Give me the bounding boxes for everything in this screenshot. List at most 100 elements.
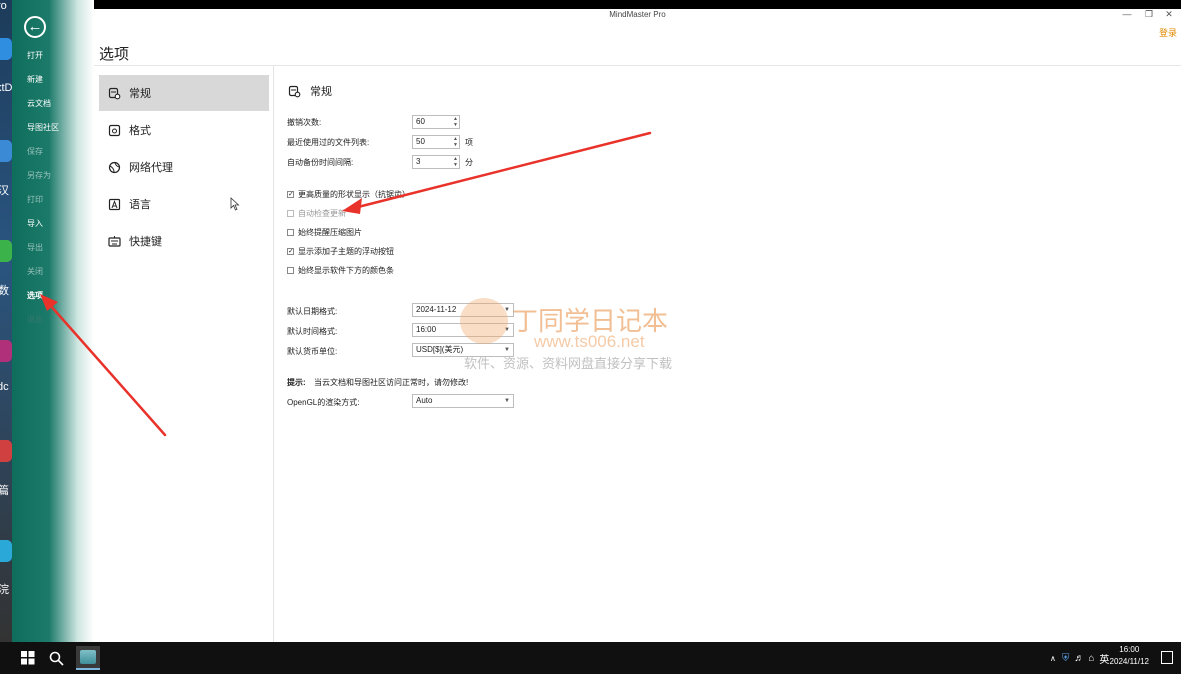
checkbox-box[interactable]: ✓ (287, 191, 294, 198)
checkbox-label: 自动检查更新 (298, 209, 346, 218)
backstage-item-exit[interactable]: 退出 (27, 314, 43, 325)
checkbox-floating-button[interactable]: ✓ 显示添加子主题的浮动按钮 (287, 246, 394, 257)
desktop-label: 篇 (0, 485, 9, 497)
desktop-app-icon[interactable] (0, 540, 12, 562)
watermark-logo (460, 298, 508, 344)
watermark-subtitle: 软件、资源、资料网盘直接分享下载 (464, 356, 673, 371)
keyboard-icon (107, 234, 121, 248)
login-link[interactable]: 登录 (1159, 26, 1177, 39)
autosave-label: 自动备份时间间隔: (287, 158, 354, 167)
divider (94, 65, 1181, 66)
clock-time: 16:00 (1119, 645, 1140, 654)
backstage-item-community[interactable]: 导图社区 (27, 122, 59, 133)
checkbox-box[interactable] (287, 267, 294, 274)
shield-icon[interactable]: ⛨ (1062, 653, 1070, 664)
time-format-label: 默认时间格式: (287, 327, 338, 336)
windows-start-icon[interactable] (18, 648, 38, 668)
stepper-arrows-icon[interactable]: ▲ ▼ (453, 116, 458, 128)
nav-item-label: 常规 (129, 88, 151, 100)
time-format-value: 16:00 (416, 325, 437, 334)
checkbox-box[interactable]: ✓ (287, 248, 294, 255)
format-icon (107, 123, 121, 137)
checkbox-antialias[interactable]: ✓ 更高质量的形状显示（抗锯齿） (287, 189, 410, 200)
taskbar: ∧ ⛨ ♬ ⌂ 英 16:00 2024/11/12 (0, 642, 1181, 674)
opengl-value: Auto (416, 396, 433, 405)
backstage-item-close[interactable]: 关闭 (27, 266, 43, 277)
mouse-cursor-icon (230, 197, 240, 211)
app-title: MindMaster Pro (609, 10, 666, 19)
desktop-label: 浣 (0, 584, 9, 596)
desktop-label: 数 (0, 285, 9, 297)
speaker-icon[interactable]: ♬ (1074, 653, 1084, 664)
desktop-app-icon[interactable] (0, 440, 12, 462)
backstage-item-save[interactable]: 保存 (27, 146, 43, 157)
recent-files-stepper[interactable]: 50 ▲ ▼ (412, 135, 460, 149)
nav-item-language[interactable]: 语言 (99, 186, 269, 222)
ime-indicator[interactable]: 英 (1099, 651, 1109, 666)
autosave-stepper[interactable]: 3 ▲ ▼ (412, 155, 460, 169)
backstage-item-export[interactable]: 导出 (27, 242, 43, 253)
checkbox-box[interactable] (287, 210, 294, 217)
tip-text: 当云文档和导图社区访问正常时，请勿修改! (314, 378, 469, 387)
back-arrow-icon[interactable]: ← (24, 16, 46, 38)
desktop-label: xtD (0, 82, 12, 94)
recent-files-value: 50 (416, 137, 425, 146)
restore-icon[interactable]: ❐ (1139, 9, 1159, 20)
currency-label: 默认货币单位: (287, 347, 338, 356)
desktop-app-icon[interactable] (0, 340, 12, 362)
desktop-label: ro (0, 0, 7, 12)
chevron-down-icon: ▼ (504, 398, 510, 404)
minimize-icon[interactable]: — (1117, 9, 1137, 19)
backstage-item-save-as[interactable]: 另存为 (27, 170, 51, 181)
desktop-app-icon[interactable] (0, 38, 12, 60)
desktop-app-icon[interactable] (0, 140, 12, 162)
stepper-arrows-icon[interactable]: ▲ ▼ (453, 156, 458, 168)
opengl-label: OpenGL的渲染方式: (287, 398, 360, 407)
checkbox-box[interactable] (287, 229, 294, 236)
backstage-item-options[interactable]: 选项 (27, 290, 43, 301)
notification-icon[interactable] (1161, 651, 1173, 664)
recent-files-label: 最近使用过的文件列表: (287, 138, 370, 147)
nav-item-label: 快捷键 (129, 236, 162, 248)
mindmaster-taskbar-icon[interactable] (76, 646, 100, 670)
tip-title: 提示: (287, 378, 306, 387)
network-icon[interactable]: ⌂ (1088, 653, 1094, 664)
backstage-sidebar: ← 打开 新建 云文档 导图社区 保存 另存为 打印 导入 导出 关闭 选项 退… (12, 0, 94, 642)
taskbar-clock[interactable]: 16:00 2024/11/12 (1110, 644, 1149, 668)
section-heading: 常规 (287, 83, 332, 99)
backstage-item-new[interactable]: 新建 (27, 74, 43, 85)
recent-files-unit: 项 (465, 138, 473, 147)
nav-item-label: 格式 (129, 125, 151, 137)
desktop-app-icon[interactable] (0, 240, 12, 262)
options-window: MindMaster Pro — ❐ ✕ 登录 选项 常规 格式 网络代理 语言… (94, 9, 1181, 642)
backstage-item-import[interactable]: 导入 (27, 218, 43, 229)
checkbox-label: 始终提醒压缩图片 (298, 228, 362, 237)
close-icon[interactable]: ✕ (1159, 9, 1179, 20)
stepper-arrows-icon[interactable]: ▲ ▼ (453, 136, 458, 148)
search-icon[interactable] (46, 648, 66, 668)
autosave-value: 3 (416, 157, 421, 166)
system-tray: ∧ ⛨ ♬ ⌂ 英 (1050, 642, 1109, 674)
clock-date: 2024/11/12 (1109, 657, 1149, 666)
backstage-item-print[interactable]: 打印 (27, 194, 43, 205)
chevron-up-icon[interactable]: ∧ (1050, 654, 1056, 663)
checkbox-color-bar[interactable]: 始终显示软件下方的颜色条 (287, 265, 394, 276)
nav-item-general[interactable]: 常规 (99, 75, 269, 111)
desktop-label: dc (0, 381, 9, 393)
checkbox-auto-update[interactable]: 自动检查更新 (287, 208, 346, 219)
checkbox-compress-images[interactable]: 始终提醒压缩图片 (287, 227, 362, 238)
nav-item-format[interactable]: 格式 (99, 112, 269, 148)
autosave-unit: 分 (465, 158, 473, 167)
desktop-label: 汉 (0, 185, 9, 197)
nav-item-label: 网络代理 (129, 162, 173, 174)
backstage-item-open[interactable]: 打开 (27, 50, 43, 61)
nav-item-proxy[interactable]: 网络代理 (99, 149, 269, 185)
general-settings-icon (107, 86, 121, 100)
watermark-url: www.ts006.net (534, 332, 645, 351)
undo-stepper[interactable]: 60 ▲ ▼ (412, 115, 460, 129)
date-format-value: 2024-11-12 (416, 305, 457, 314)
backstage-item-cloud[interactable]: 云文档 (27, 98, 51, 109)
nav-item-shortcuts[interactable]: 快捷键 (99, 223, 269, 259)
opengl-select[interactable]: Auto ▼ (412, 394, 514, 408)
options-nav: 常规 格式 网络代理 语言 快捷键 (99, 75, 269, 260)
